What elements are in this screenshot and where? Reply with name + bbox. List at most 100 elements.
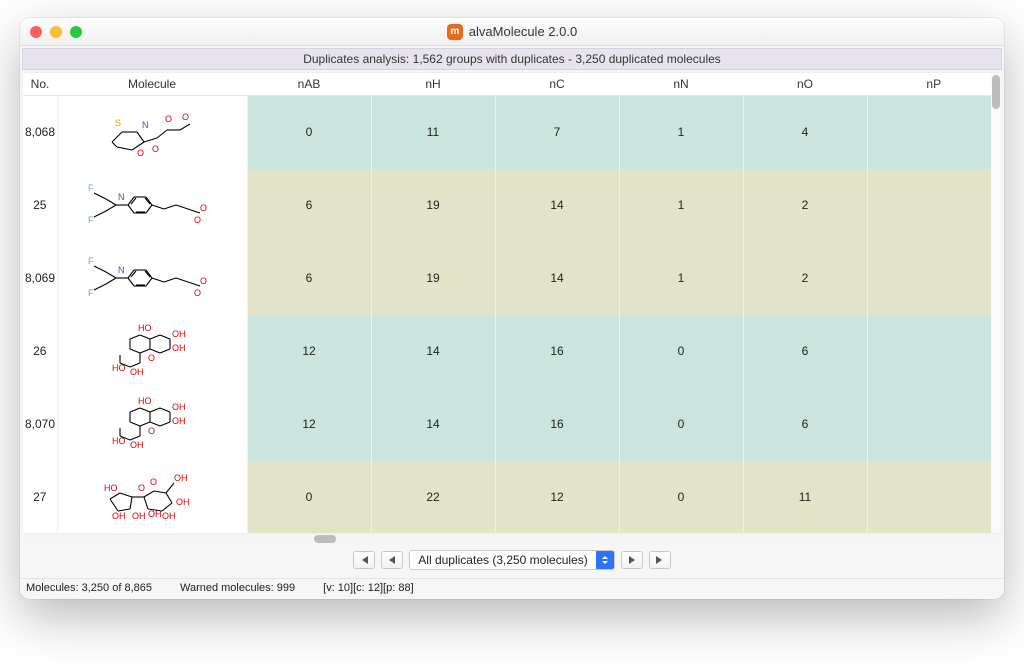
cell-nh: 14 <box>371 388 495 461</box>
col-header-nc[interactable]: nC <box>495 73 619 96</box>
last-page-button[interactable] <box>649 551 671 569</box>
svg-text:OH: OH <box>148 509 162 519</box>
cell-nn: 1 <box>619 169 743 242</box>
col-header-nn[interactable]: nN <box>619 73 743 96</box>
svg-text:OH: OH <box>112 511 126 521</box>
col-header-no[interactable]: nO <box>743 73 867 96</box>
row-number: 26 <box>23 315 57 388</box>
cell-no: 2 <box>743 242 867 315</box>
status-molecule-count: Molecules: 3,250 of 8,865 <box>26 582 152 594</box>
cell-no: 11 <box>743 461 867 534</box>
table-row[interactable]: 8,068 S OO OO N 011714 <box>23 96 1001 169</box>
svg-text:O: O <box>165 114 172 124</box>
horizontal-scrollbar[interactable] <box>22 534 1002 544</box>
cell-nn: 0 <box>619 461 743 534</box>
col-header-nh[interactable]: nH <box>371 73 495 96</box>
cell-no: 2 <box>743 169 867 242</box>
app-icon: m <box>447 24 463 40</box>
window-title: alvaMolecule 2.0.0 <box>469 24 577 39</box>
table-row[interactable]: 25 FF N OO 6191412 <box>23 169 1001 242</box>
minimize-icon[interactable] <box>50 26 62 38</box>
row-number: 25 <box>23 169 57 242</box>
svg-text:N: N <box>118 265 125 275</box>
analysis-banner: Duplicates analysis: 1,562 groups with d… <box>22 48 1002 70</box>
cell-nab: 6 <box>247 242 371 315</box>
view-filter-select[interactable]: All duplicates (3,250 molecules) <box>409 550 614 570</box>
app-window: m alvaMolecule 2.0.0 Duplicates analysis… <box>20 18 1004 599</box>
svg-text:OH: OH <box>162 511 176 521</box>
svg-text:OH: OH <box>132 511 146 521</box>
svg-text:S: S <box>115 118 121 128</box>
pager: All duplicates (3,250 molecules) <box>20 544 1004 578</box>
svg-text:HO: HO <box>104 483 118 493</box>
titlebar: m alvaMolecule 2.0.0 <box>20 18 1004 46</box>
first-page-button[interactable] <box>353 551 375 569</box>
svg-text:O: O <box>200 276 207 286</box>
cell-no: 6 <box>743 315 867 388</box>
svg-text:O: O <box>148 353 155 363</box>
svg-text:HO: HO <box>112 436 126 446</box>
svg-text:N: N <box>118 192 125 202</box>
svg-text:OH: OH <box>130 367 144 377</box>
molecule-structure: HOOH OHO OOH OHOH OH <box>57 461 247 534</box>
cell-nn: 0 <box>619 388 743 461</box>
svg-text:OH: OH <box>172 416 186 426</box>
cell-np <box>867 461 1001 534</box>
svg-text:HO: HO <box>138 396 152 406</box>
status-warned-count: Warned molecules: 999 <box>180 582 295 594</box>
horizontal-scrollbar-thumb[interactable] <box>314 535 336 543</box>
table-header-row: No. Molecule nAB nH nC nN nO nP <box>23 73 1001 96</box>
cell-nc: 12 <box>495 461 619 534</box>
prev-page-button[interactable] <box>381 551 403 569</box>
col-header-np[interactable]: nP <box>867 73 1001 96</box>
cell-no: 4 <box>743 96 867 169</box>
molecule-structure: OHOH HOHO OHO <box>57 388 247 461</box>
svg-text:O: O <box>137 148 144 158</box>
zoom-icon[interactable] <box>70 26 82 38</box>
cell-nab: 0 <box>247 461 371 534</box>
row-number: 27 <box>23 461 57 534</box>
svg-text:OH: OH <box>172 402 186 412</box>
molecule-structure: FF N OO <box>57 169 247 242</box>
cell-nc: 16 <box>495 388 619 461</box>
cell-nn: 0 <box>619 315 743 388</box>
table-row[interactable]: 8,069 FF N OO 6191412 <box>23 242 1001 315</box>
col-header-molecule[interactable]: Molecule <box>57 73 247 96</box>
vertical-scrollbar[interactable] <box>991 73 1001 533</box>
next-page-button[interactable] <box>621 551 643 569</box>
cell-nc: 14 <box>495 242 619 315</box>
row-number: 8,070 <box>23 388 57 461</box>
chevron-updown-icon <box>596 551 614 569</box>
svg-text:OH: OH <box>174 473 188 483</box>
cell-nab: 6 <box>247 169 371 242</box>
cell-nn: 1 <box>619 242 743 315</box>
cell-np <box>867 169 1001 242</box>
close-icon[interactable] <box>30 26 42 38</box>
cell-nh: 14 <box>371 315 495 388</box>
molecule-structure: F F N OO <box>57 242 247 315</box>
svg-text:F: F <box>88 183 94 193</box>
svg-text:HO: HO <box>112 363 126 373</box>
svg-text:O: O <box>182 112 189 122</box>
table-row[interactable]: 8,070 OHOH HOHO OHO 12141606 <box>23 388 1001 461</box>
svg-text:N: N <box>142 120 149 130</box>
table-row[interactable]: 27 HOOH OHO OOH OHOH OH 02212011 <box>23 461 1001 534</box>
results-table: No. Molecule nAB nH nC nN nO nP 8,068 S … <box>22 72 1002 534</box>
svg-text:F: F <box>88 288 94 298</box>
window-controls <box>30 26 82 38</box>
svg-text:OH: OH <box>172 329 186 339</box>
table-row[interactable]: 26 OHOH HOHO OHO 12141606 <box>23 315 1001 388</box>
vertical-scrollbar-thumb[interactable] <box>992 75 1000 109</box>
col-header-no[interactable]: No. <box>23 73 57 96</box>
svg-text:OH: OH <box>176 497 190 507</box>
svg-text:F: F <box>88 256 94 266</box>
cell-np <box>867 388 1001 461</box>
col-header-nab[interactable]: nAB <box>247 73 371 96</box>
svg-text:O: O <box>194 288 201 298</box>
svg-text:O: O <box>150 477 157 487</box>
molecule-structure: S OO OO N <box>57 96 247 169</box>
cell-nh: 11 <box>371 96 495 169</box>
svg-text:OH: OH <box>130 440 144 450</box>
cell-np <box>867 242 1001 315</box>
cell-nh: 19 <box>371 169 495 242</box>
